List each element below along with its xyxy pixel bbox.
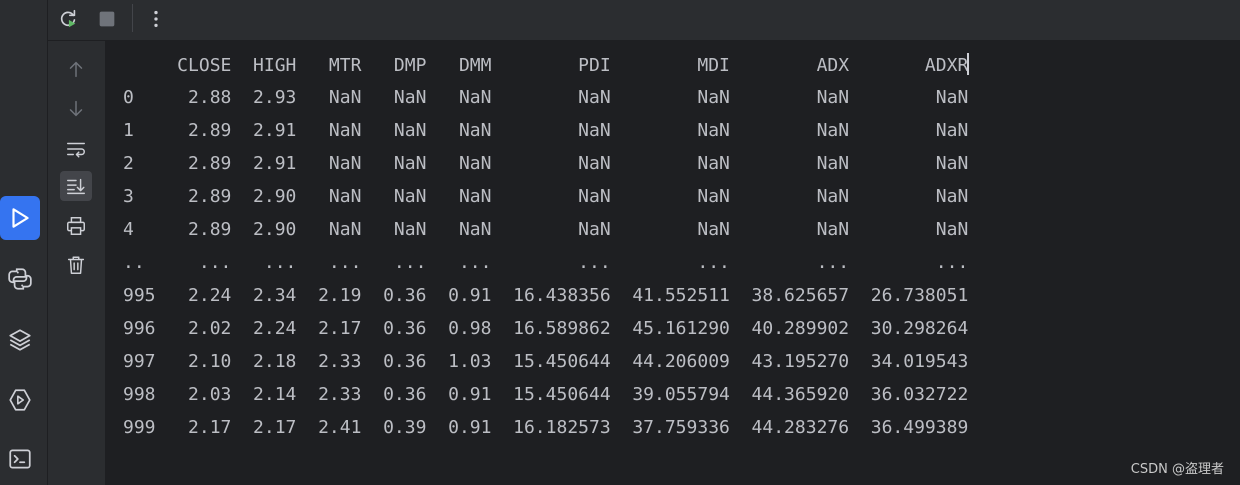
run-toolbar [48, 0, 1240, 41]
previous-occurrence-button[interactable] [60, 54, 92, 84]
print-button[interactable] [60, 211, 92, 241]
run-tool-button[interactable] [0, 196, 40, 240]
table-row: .. ... ... ... ... ... ... ... ... ... [123, 252, 969, 273]
ide-window: CLOSE HIGH MTR DMP DMM PDI MDI ADX ADXR … [0, 0, 1240, 485]
toolbar-separator [132, 4, 133, 32]
next-occurrence-button[interactable] [60, 94, 92, 124]
dataframe-header-text: CLOSE HIGH MTR DMP DMM PDI MDI ADX ADXR [123, 55, 969, 76]
stop-button[interactable] [92, 4, 122, 34]
watermark: CSDN @盗理者 [1130, 462, 1224, 477]
scroll-to-end-button[interactable] [60, 171, 92, 201]
table-row: 1 2.89 2.91 NaN NaN NaN NaN NaN NaN NaN [123, 120, 969, 141]
terminal-tool-button[interactable] [0, 437, 40, 481]
arrow-down-icon [69, 100, 83, 117]
layers-icon [9, 329, 31, 351]
table-row: 999 2.17 2.17 2.41 0.39 0.91 16.182573 3… [123, 417, 969, 438]
table-row: 998 2.03 2.14 2.33 0.36 0.91 15.450644 3… [123, 384, 969, 405]
text-caret [967, 53, 970, 75]
soft-wrap-icon [67, 142, 85, 158]
console-gutter [48, 41, 105, 485]
rerun-button[interactable] [53, 4, 83, 34]
more-options-icon [154, 10, 158, 28]
services-tool-button[interactable] [0, 378, 40, 422]
table-row: 2 2.89 2.91 NaN NaN NaN NaN NaN NaN NaN [123, 153, 969, 174]
clear-all-button[interactable] [60, 250, 92, 280]
arrow-up-icon [69, 61, 83, 78]
console-output[interactable]: CLOSE HIGH MTR DMP DMM PDI MDI ADX ADXR … [105, 41, 1240, 485]
run-icon [12, 208, 29, 228]
table-row: 997 2.10 2.18 2.33 0.36 1.03 15.450644 4… [123, 351, 969, 372]
print-icon [67, 217, 85, 235]
services-icon [9, 389, 31, 411]
activity-bar [0, 0, 48, 485]
scroll-to-end-icon [67, 178, 85, 195]
layers-tool-button[interactable] [0, 318, 40, 362]
table-row: 0 2.88 2.93 NaN NaN NaN NaN NaN NaN NaN [123, 87, 969, 108]
trash-icon [67, 256, 85, 274]
table-row: 995 2.24 2.34 2.19 0.36 0.91 16.438356 4… [123, 285, 969, 306]
table-row: 4 2.89 2.90 NaN NaN NaN NaN NaN NaN NaN [123, 219, 969, 240]
dataframe-header: CLOSE HIGH MTR DMP DMM PDI MDI ADX ADXR [123, 53, 970, 78]
terminal-icon [9, 449, 31, 469]
python-console-icon [8, 268, 32, 290]
more-options-button[interactable] [141, 4, 171, 34]
python-console-tool-button[interactable] [0, 257, 40, 301]
stop-icon [99, 11, 115, 27]
table-row: 996 2.02 2.24 2.17 0.36 0.98 16.589862 4… [123, 318, 969, 339]
soft-wrap-button[interactable] [60, 134, 92, 164]
rerun-icon [60, 9, 76, 28]
table-row: 3 2.89 2.90 NaN NaN NaN NaN NaN NaN NaN [123, 186, 969, 207]
